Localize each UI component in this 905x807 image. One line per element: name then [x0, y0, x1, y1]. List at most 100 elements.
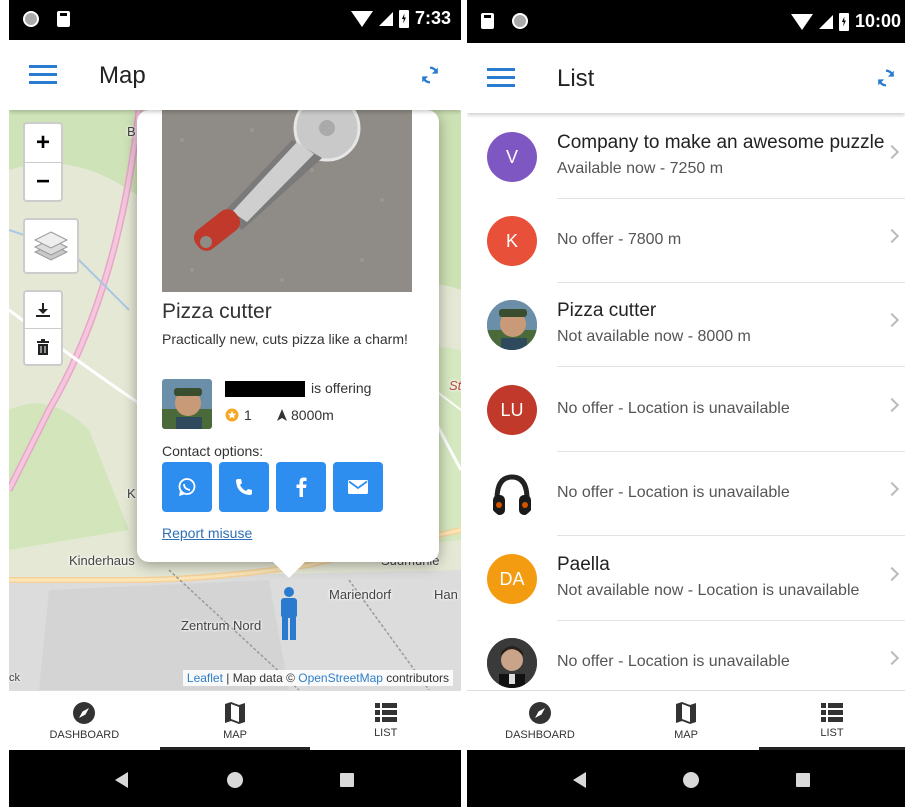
- delete-button[interactable]: [25, 328, 61, 364]
- zoom-control: + −: [23, 122, 63, 202]
- whatsapp-icon: [178, 478, 196, 496]
- navigation-arrow-icon: [277, 409, 287, 421]
- map-label: St: [449, 378, 461, 393]
- contact-buttons: [162, 462, 383, 512]
- list-item[interactable]: No offer - Location is unavailable: [467, 621, 905, 690]
- list-item[interactable]: LU No offer - Location is unavailable: [467, 368, 905, 452]
- layers-button[interactable]: [23, 218, 79, 274]
- app-bar: List: [467, 43, 905, 113]
- wifi-icon: [790, 13, 813, 30]
- email-icon: [348, 480, 368, 494]
- menu-icon[interactable]: [487, 68, 515, 88]
- phone-icon: [236, 479, 252, 495]
- map-screen: 7:33 Map B K St Kinderhaus Zentrum Nord …: [9, 0, 461, 807]
- notification-dot-icon: [512, 13, 528, 29]
- list-item[interactable]: No offer - Location is unavailable: [467, 452, 905, 536]
- home-icon[interactable]: [683, 772, 699, 788]
- item-description: Practically new, cuts pizza like a charm…: [162, 331, 408, 347]
- menu-icon[interactable]: [29, 65, 57, 85]
- nav-dashboard[interactable]: DASHBOARD: [467, 691, 613, 750]
- list-item-subtitle: Not available now - 8000 m: [557, 328, 751, 345]
- layers-icon: [33, 231, 69, 261]
- battery-charging-icon: [398, 9, 409, 28]
- trash-icon: [37, 338, 49, 355]
- list-item-subtitle: No offer - Location is unavailable: [557, 400, 790, 417]
- phone-button[interactable]: [219, 462, 269, 512]
- headphones-image: [493, 474, 531, 515]
- avatar: K: [487, 216, 537, 266]
- email-button[interactable]: [333, 462, 383, 512]
- status-bar: 7:33: [9, 0, 461, 40]
- nav-list[interactable]: LIST: [759, 691, 905, 750]
- nav-list[interactable]: LIST: [310, 691, 461, 750]
- report-misuse-link[interactable]: Report misuse: [162, 525, 252, 541]
- attribution-text: | Map data ©: [222, 671, 299, 685]
- nav-map[interactable]: MAP: [613, 691, 759, 750]
- chevron-right-icon: [884, 566, 900, 582]
- distance-value: 8000m: [291, 407, 334, 423]
- avatar: [487, 300, 537, 350]
- zoom-out-button[interactable]: −: [25, 162, 61, 200]
- app-bar: Map: [9, 40, 461, 110]
- back-icon[interactable]: [115, 772, 128, 788]
- chevron-right-icon: [884, 481, 900, 497]
- list-item[interactable]: K No offer - 7800 m: [467, 199, 905, 283]
- status-bar: 10:00: [467, 0, 905, 43]
- item-title: Pizza cutter: [162, 300, 272, 323]
- list-item-title: Paella: [557, 554, 610, 575]
- signal-icon: [378, 11, 393, 26]
- home-icon[interactable]: [227, 772, 243, 788]
- distance: 8000m: [277, 407, 334, 423]
- page-title: List: [557, 65, 595, 92]
- list-item-subtitle: No offer - Location is unavailable: [557, 653, 790, 670]
- download-icon: [36, 303, 50, 317]
- map-label-kinderhaus: Kinderhaus: [69, 553, 135, 568]
- wifi-icon: [350, 10, 373, 27]
- recent-apps-icon[interactable]: [340, 773, 354, 787]
- recent-apps-icon[interactable]: [796, 773, 810, 787]
- status-time: 10:00: [854, 11, 901, 31]
- list-item-title: Pizza cutter: [557, 300, 657, 321]
- chevron-right-icon: [884, 228, 900, 244]
- nav-dashboard-label: DASHBOARD: [49, 728, 120, 741]
- offer-list[interactable]: V Company to make an awesome puzzle Avai…: [467, 113, 905, 690]
- battery-charging-icon: [838, 12, 849, 31]
- avatar[interactable]: [162, 379, 212, 429]
- whatsapp-button[interactable]: [162, 462, 212, 512]
- star-icon: [225, 408, 239, 422]
- zoom-in-button[interactable]: +: [25, 124, 61, 162]
- avatar: DA: [487, 554, 537, 604]
- list-screen: 10:00 List V Company to make an awesome …: [467, 0, 905, 807]
- osm-link[interactable]: OpenStreetMap: [298, 671, 383, 685]
- offering-text: is offering: [311, 380, 372, 396]
- nav-map-label: MAP: [674, 728, 698, 741]
- list-item[interactable]: V Company to make an awesome puzzle Avai…: [467, 115, 905, 199]
- pizza-cutter-image: [162, 110, 412, 292]
- map-attribution: Leaflet | Map data © OpenStreetMap contr…: [182, 670, 453, 686]
- refresh-icon[interactable]: [875, 67, 897, 89]
- chevron-right-icon: [884, 397, 900, 413]
- compass-icon: [73, 701, 96, 724]
- sd-card-icon: [481, 13, 494, 29]
- nav-map-label: MAP: [223, 728, 247, 741]
- contact-label: Contact options:: [162, 443, 264, 459]
- map-icon: [225, 701, 245, 724]
- redacted-username: [225, 381, 305, 397]
- list-icon: [374, 702, 397, 722]
- status-time: 7:33: [414, 8, 451, 28]
- bottom-navigation: DASHBOARD MAP LIST: [467, 690, 905, 750]
- facebook-button[interactable]: [276, 462, 326, 512]
- download-button[interactable]: [25, 292, 61, 328]
- bottom-navigation: DASHBOARD MAP LIST: [9, 690, 461, 750]
- list-item[interactable]: Pizza cutter Not available now - 8000 m: [467, 283, 905, 367]
- map-label: B: [127, 124, 136, 139]
- leaflet-link[interactable]: Leaflet: [187, 671, 223, 685]
- user-photo: [162, 379, 212, 429]
- back-icon[interactable]: [573, 772, 586, 788]
- nav-dashboard[interactable]: DASHBOARD: [9, 691, 160, 750]
- nav-dashboard-label: DASHBOARD: [505, 728, 575, 741]
- map-icon: [676, 701, 696, 724]
- nav-map[interactable]: MAP: [159, 691, 311, 750]
- refresh-icon[interactable]: [419, 64, 441, 86]
- list-item[interactable]: DA Paella Not available now - Location i…: [467, 537, 905, 621]
